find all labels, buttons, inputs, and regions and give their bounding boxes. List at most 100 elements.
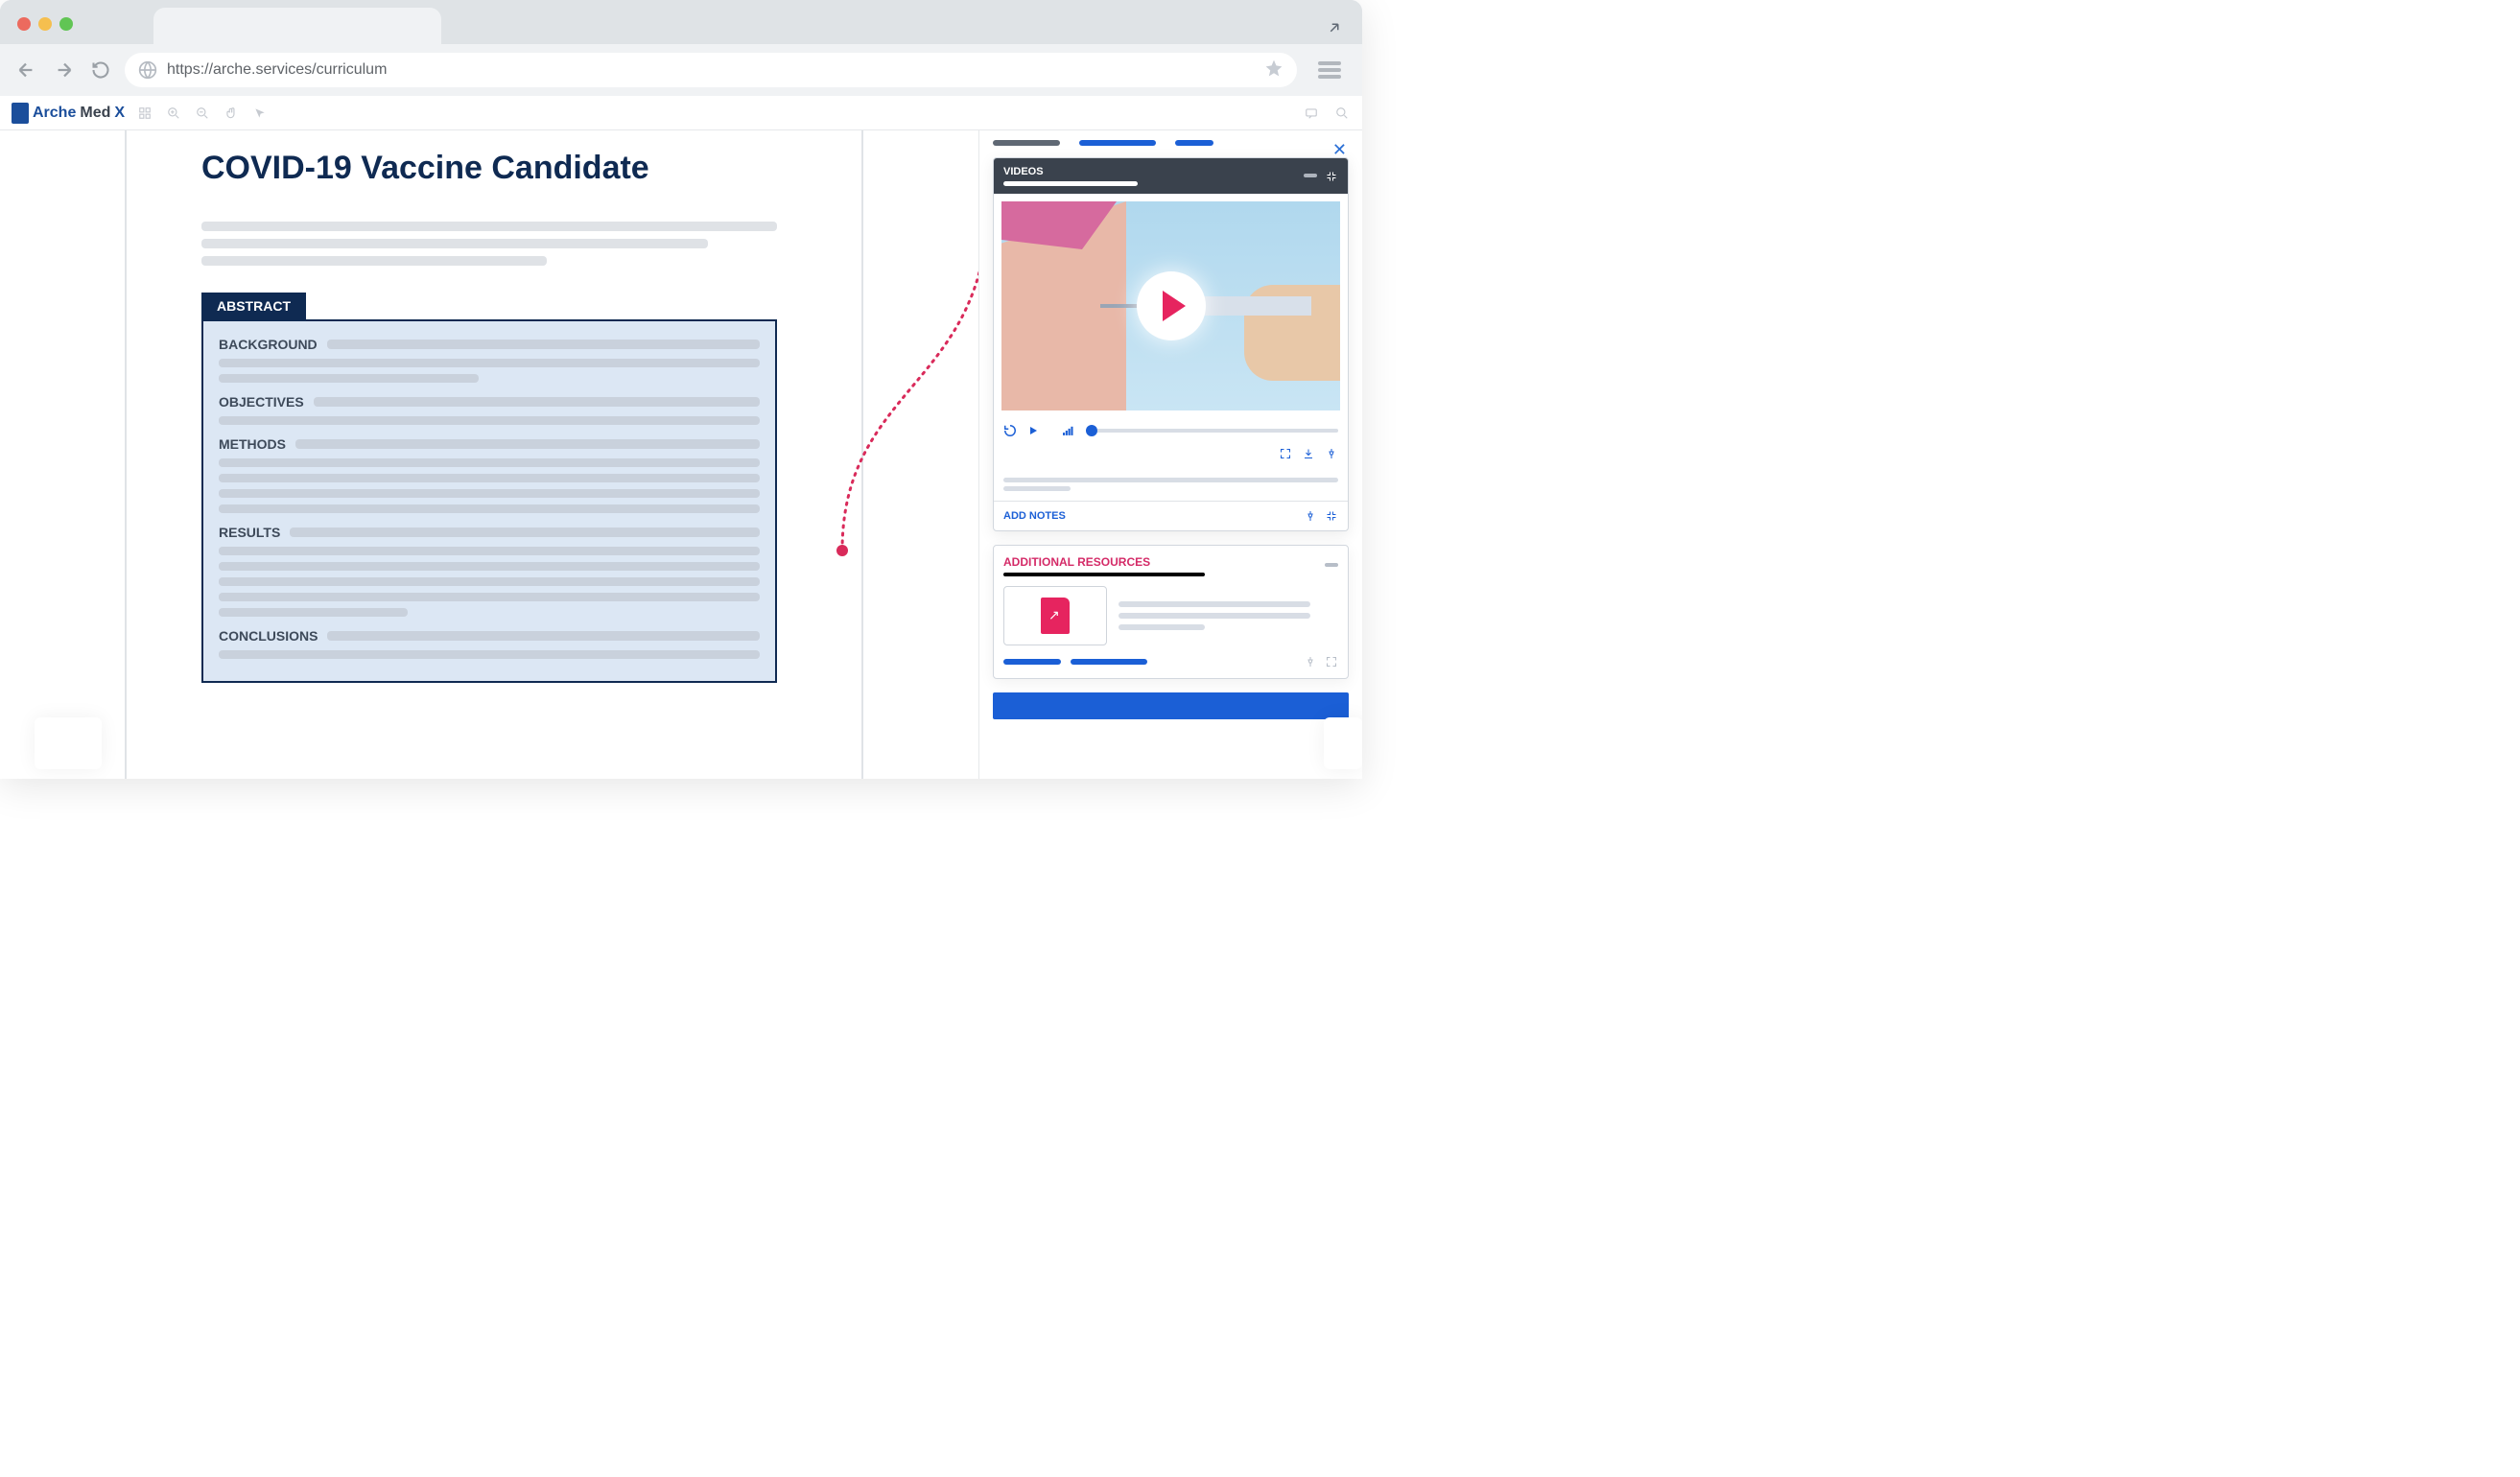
expand-icon[interactable] — [1326, 19, 1343, 36]
placeholder-line — [219, 547, 760, 555]
play-icon — [1163, 291, 1186, 321]
connector-line — [835, 194, 978, 558]
sidebar-tab-active[interactable] — [1079, 140, 1156, 146]
placeholder-line — [1003, 478, 1338, 482]
placeholder-line — [219, 489, 760, 498]
app-content: ArcheMedX COVID-19 Vaccine Candidate ABS… — [0, 96, 1362, 779]
sidebar-tabs — [993, 140, 1349, 146]
section-label: CONCLUSIONS — [219, 628, 318, 644]
hamburger-icon — [1318, 61, 1341, 79]
placeholder-line — [219, 562, 760, 571]
floating-widget-right[interactable] — [1324, 717, 1362, 769]
window-close-button[interactable] — [17, 17, 31, 31]
section-label: RESULTS — [219, 525, 280, 540]
collapse-icon[interactable] — [1325, 170, 1338, 183]
placeholder-line — [201, 256, 547, 266]
pin-icon[interactable] — [1325, 447, 1338, 460]
abstract-tab: ABSTRACT — [201, 293, 306, 319]
add-notes-button[interactable]: ADD NOTES — [1003, 510, 1066, 522]
hand-tool-icon[interactable] — [223, 105, 240, 122]
fullscreen-icon[interactable] — [1279, 447, 1292, 460]
traffic-lights — [17, 17, 73, 31]
resource-chip[interactable] — [1003, 659, 1061, 665]
play-small-icon[interactable] — [1026, 424, 1040, 437]
section-heading-methods: METHODS — [219, 436, 760, 452]
placeholder-line — [219, 474, 760, 482]
sidebar-action-bar[interactable] — [993, 692, 1349, 719]
resources-header: ADDITIONAL RESOURCES — [1003, 555, 1338, 576]
browser-titlebar — [0, 0, 1362, 44]
reload-button[interactable] — [90, 59, 111, 81]
placeholder-line — [219, 593, 760, 601]
fullscreen-icon[interactable] — [1325, 655, 1338, 668]
url-text: https://arche.services/curriculum — [167, 61, 387, 79]
archemedx-logo[interactable]: ArcheMedX — [12, 103, 125, 124]
collapse-icon[interactable] — [1325, 509, 1338, 523]
placeholder-line — [219, 577, 760, 586]
video-description — [994, 468, 1348, 501]
zoom-out-icon[interactable] — [194, 105, 211, 122]
browser-menu-button[interactable] — [1310, 53, 1349, 87]
comment-icon[interactable] — [1303, 105, 1320, 122]
placeholder-line — [219, 504, 760, 513]
browser-toolbar: https://arche.services/curriculum — [0, 44, 1362, 96]
video-thumbnail[interactable] — [1001, 201, 1340, 410]
logo-text-arche: Arche — [33, 105, 76, 122]
abstract-box: BACKGROUND OBJECTIVES METHODS RESULTS — [201, 319, 777, 683]
placeholder-line — [1119, 613, 1310, 619]
url-bar[interactable]: https://arche.services/curriculum — [125, 53, 1297, 87]
volume-icon[interactable] — [1063, 424, 1076, 437]
minimize-icon[interactable] — [1325, 559, 1338, 573]
placeholder-line — [1003, 486, 1071, 491]
floating-widget[interactable] — [35, 717, 102, 769]
back-button[interactable] — [13, 58, 38, 82]
sidebar-tab[interactable] — [993, 140, 1060, 146]
search-icon[interactable] — [1333, 105, 1351, 122]
video-progress-bar[interactable] — [1086, 429, 1338, 433]
pin-icon[interactable] — [1304, 509, 1317, 523]
download-icon[interactable] — [1302, 447, 1315, 460]
document-title: COVID-19 Vaccine Candidate — [201, 150, 777, 187]
cursor-tool-icon[interactable] — [251, 105, 269, 122]
page-gutter-right — [861, 130, 863, 779]
progress-handle[interactable] — [1086, 425, 1097, 436]
logo-mark-icon — [12, 103, 29, 124]
section-heading-results: RESULTS — [219, 525, 760, 540]
bookmark-star-icon[interactable] — [1264, 59, 1284, 82]
logo-text-x: X — [114, 105, 125, 122]
videos-label: VIDEOS — [1003, 166, 1044, 177]
pin-icon[interactable] — [1304, 655, 1317, 668]
video-controls — [994, 418, 1348, 443]
sidebar-tab[interactable] — [1175, 140, 1213, 146]
sidebar: ✕ VIDEOS — [978, 130, 1362, 779]
window-minimize-button[interactable] — [38, 17, 52, 31]
videos-header: VIDEOS — [994, 158, 1348, 194]
browser-tab[interactable] — [153, 8, 441, 44]
forward-button[interactable] — [52, 58, 77, 82]
document: COVID-19 Vaccine Candidate ABSTRACT BACK… — [201, 150, 777, 779]
close-sidebar-button[interactable]: ✕ — [1332, 140, 1347, 160]
minimize-icon[interactable] — [1304, 170, 1317, 183]
resource-chip[interactable] — [1071, 659, 1147, 665]
placeholder-line — [219, 416, 760, 425]
placeholder-line — [219, 374, 479, 383]
grid-icon[interactable] — [136, 105, 153, 122]
section-heading-objectives: OBJECTIVES — [219, 394, 760, 410]
video-footer-icons — [994, 443, 1348, 468]
placeholder-line — [219, 458, 760, 467]
app-toolbar: ArcheMedX — [0, 96, 1362, 130]
window-maximize-button[interactable] — [59, 17, 73, 31]
play-button[interactable] — [1137, 271, 1206, 340]
placeholder-line — [219, 359, 760, 367]
resources-label: ADDITIONAL RESOURCES — [1003, 555, 1150, 569]
placeholder-line — [201, 222, 777, 231]
placeholder-line — [1119, 624, 1205, 630]
globe-icon — [138, 60, 157, 80]
videos-card: VIDEOS — [993, 157, 1349, 531]
video-notes-bar: ADD NOTES — [994, 501, 1348, 530]
zoom-in-icon[interactable] — [165, 105, 182, 122]
replay-icon[interactable] — [1003, 424, 1017, 437]
resource-item[interactable] — [1003, 586, 1338, 645]
browser-window: https://arche.services/curriculum ArcheM… — [0, 0, 1362, 779]
section-label: METHODS — [219, 436, 286, 452]
